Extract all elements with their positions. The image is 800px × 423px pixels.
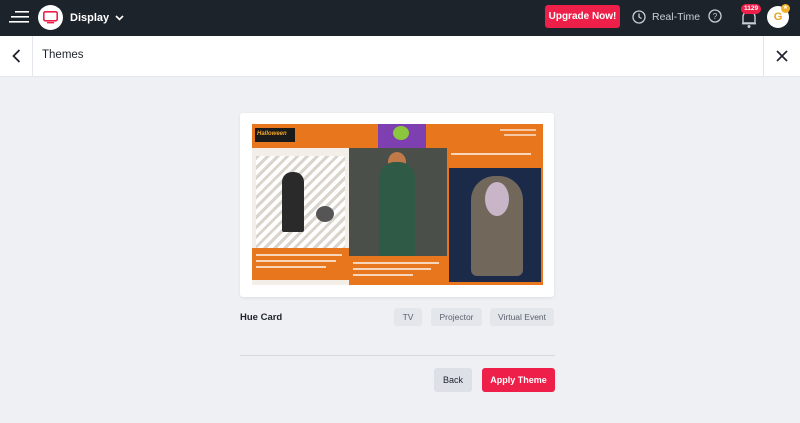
preview-person-body [379,162,415,258]
preview-post-illustration [252,148,349,285]
preview-pumpkin [316,206,334,222]
preview-post-photo [349,148,447,285]
caption-line [256,260,336,262]
preview-portrait-image [449,168,541,282]
top-bar: Display Upgrade Now! Real-Time ? 1129 G … [0,0,800,36]
theme-preview-image: Halloween [252,124,543,285]
app-name: Display [70,12,110,24]
tv-icon [43,11,58,24]
theme-preview-card[interactable]: Halloween [240,113,554,297]
caption-line [451,153,531,155]
tag-tv: TV [394,308,422,326]
app-logo[interactable] [38,5,63,30]
divider [240,355,555,356]
page-title: Themes [42,49,84,61]
preview-hashtag-line [500,129,536,131]
caption-line [256,254,342,256]
upgrade-now-button[interactable]: Upgrade Now! [545,5,620,28]
clock-icon [632,10,646,24]
chevron-left-icon [11,49,20,63]
premium-star-icon: ★ [781,4,790,13]
preview-logo-text: Halloween [257,131,287,137]
chevron-down-icon [115,15,124,21]
preview-caption-box [349,256,447,285]
close-button[interactable] [763,36,800,76]
notification-count-badge: 1129 [741,4,762,14]
preview-post-portrait [447,148,543,285]
preview-witch-figure [282,172,304,232]
help-icon[interactable]: ? [708,9,722,28]
caption-line [256,266,326,268]
preview-caption-box [252,248,349,280]
tag-projector: Projector [431,308,482,326]
theme-name: Hue Card [240,312,283,323]
caption-line [353,274,413,276]
close-icon [776,50,788,62]
back-button[interactable]: Back [434,368,472,392]
app-switcher-dropdown[interactable]: Display [70,10,124,26]
apply-theme-button[interactable]: Apply Theme [482,368,555,392]
back-arrow-button[interactable] [0,36,33,76]
realtime-label: Real-Time [652,11,701,23]
preview-header-strip: Halloween [252,124,543,148]
tag-virtual-event: Virtual Event [490,308,554,326]
preview-hashtag-line-2 [504,134,536,136]
svg-text:?: ? [713,12,718,21]
caption-line [353,262,439,264]
preview-portrait-face [485,182,509,216]
realtime-button[interactable]: Real-Time [632,8,700,26]
caption-line [353,268,431,270]
hamburger-menu-icon[interactable] [9,9,29,25]
preview-brand-badge [393,126,409,140]
page-header: Themes [0,36,800,77]
